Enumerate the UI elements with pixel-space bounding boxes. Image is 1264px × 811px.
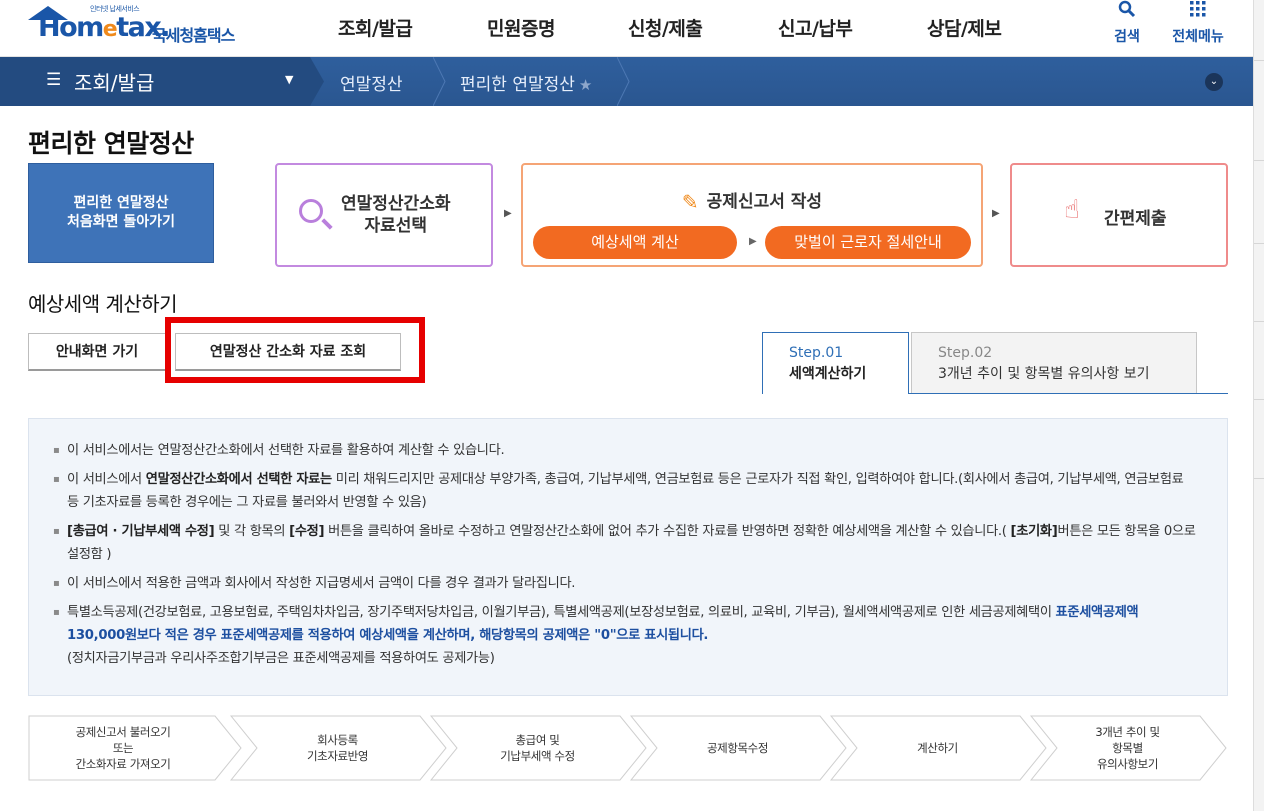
highlight-box bbox=[165, 317, 425, 383]
process-step-label: 공제신고서 불러오기 또는 간소화자료 가져오기 bbox=[75, 725, 171, 771]
flow-write-deduction-form: ✎ 공제신고서 작성 예상세액 계산 ▶ 맞벌이 근로자 절세안내 bbox=[521, 163, 983, 267]
flow-select-simplified-data[interactable]: 연말정산간소화 자료선택 bbox=[275, 163, 493, 267]
home-button-line2: 처음화면 돌아가기 bbox=[67, 214, 175, 230]
process-step-5: 계산하기 bbox=[830, 715, 1048, 781]
process-step-2: 회사등록 기초자료반영 bbox=[230, 715, 448, 781]
gnb-apply-submit[interactable]: 신청/제출 bbox=[628, 14, 703, 41]
gnb-report-pay[interactable]: 신고/납부 bbox=[778, 14, 853, 41]
flow-3-label: 간편제출 bbox=[1104, 209, 1167, 229]
gnb-consult-report[interactable]: 상담/제보 bbox=[927, 14, 1002, 41]
flow-arrow-icon: ▶ bbox=[504, 208, 512, 219]
breadcrumb-separator bbox=[617, 57, 630, 106]
tab-step-02[interactable]: Step.02 3개년 추이 및 항목별 유의사항 보기 bbox=[911, 332, 1197, 394]
magnifier-icon bbox=[299, 199, 323, 223]
flow-1-label: 연말정산간소화 자료선택 bbox=[341, 194, 451, 236]
flow-arrow-icon: ▶ bbox=[749, 236, 757, 247]
process-step-3: 총급여 및 기납부세액 수정 bbox=[430, 715, 648, 781]
scroll-tick bbox=[1254, 478, 1264, 479]
pointing-hand-icon: ☝ bbox=[1064, 195, 1080, 225]
search-label: 검색 bbox=[1114, 29, 1140, 45]
logo-brand: Hometax. bbox=[38, 12, 171, 43]
step-2-title: 3개년 추이 및 항목별 유의사항 보기 bbox=[938, 366, 1150, 382]
favorite-star-icon[interactable]: ★ bbox=[579, 76, 592, 94]
breadcrumb-convenient[interactable]: 편리한 연말정산 ★ bbox=[460, 70, 592, 95]
breadcrumb-separator bbox=[310, 57, 324, 106]
process-step-4: 공제항목수정 bbox=[630, 715, 848, 781]
gnb-civil-cert[interactable]: 민원증명 bbox=[487, 14, 555, 41]
breadcrumb-year-end[interactable]: 연말정산 bbox=[340, 70, 403, 95]
guide-page-button[interactable]: 안내화면 가기 bbox=[28, 333, 166, 371]
process-step-label: 공제항목수정 bbox=[706, 741, 769, 755]
process-step-label: 회사등록 기초자료반영 bbox=[306, 733, 369, 763]
home-button-line1: 편리한 연말정산 bbox=[73, 195, 169, 211]
hamburger-icon: ☰ bbox=[46, 70, 62, 90]
page-title: 편리한 연말정산 bbox=[28, 129, 194, 158]
grid-menu-icon bbox=[1166, 0, 1230, 26]
process-step-label: 3개년 추이 및 항목별 유의사항보기 bbox=[1095, 725, 1160, 771]
scroll-tick bbox=[1254, 399, 1264, 400]
flow-arrow-icon: ▶ bbox=[992, 208, 1000, 219]
scroll-tick bbox=[1254, 60, 1264, 61]
location-bar: ☰ 조회/발급 ▼ 연말정산 편리한 연말정산 ★ ⌄ bbox=[0, 57, 1253, 106]
scroll-tick bbox=[1254, 243, 1264, 244]
notice-item: 특별소득공제(건강보험료, 고용보험료, 주택임차차입금, 장기주택저당차입금,… bbox=[53, 601, 1197, 670]
scroll-tick bbox=[1254, 321, 1264, 322]
notice-box: 이 서비스에서는 연말정산간소화에서 선택한 자료를 활용하여 계산할 수 있습… bbox=[28, 418, 1228, 696]
breadcrumb-separator bbox=[433, 57, 446, 106]
hometax-logo[interactable]: 인터넷 납세서비스 Hometax. 국세청홈택스 bbox=[28, 2, 258, 52]
process-step-6: 3개년 추이 및 항목별 유의사항보기 bbox=[1030, 715, 1228, 781]
form-pencil-icon: ✎ bbox=[681, 190, 699, 214]
tab-step-01[interactable]: Step.01 세액계산하기 bbox=[762, 332, 909, 394]
return-home-button[interactable]: 편리한 연말정산처음화면 돌아가기 bbox=[28, 163, 214, 263]
process-step-1: 공제신고서 불러오기 또는 간소화자료 가져오기 bbox=[28, 715, 243, 781]
vertical-scrollbar[interactable] bbox=[1253, 0, 1264, 811]
notice-item: 이 서비스에서는 연말정산간소화에서 선택한 자료를 활용하여 계산할 수 있습… bbox=[53, 439, 1197, 462]
current-menu-label: 조회/발급 bbox=[74, 71, 155, 95]
process-step-label: 총급여 및 기납부세액 수정 bbox=[500, 733, 575, 763]
top-header: 인터넷 납세서비스 Hometax. 국세청홈택스 조회/발급 민원증명 신청/… bbox=[0, 0, 1253, 57]
logo-korean-name: 국세청홈택스 bbox=[152, 26, 235, 45]
step-1-number: Step.01 bbox=[789, 345, 844, 361]
search-icon bbox=[1112, 0, 1142, 26]
chevron-down-icon[interactable]: ⌄ bbox=[1205, 73, 1223, 91]
all-menu-button[interactable]: 전체메뉴 bbox=[1166, 0, 1230, 46]
process-steps: 공제신고서 불러오기 또는 간소화자료 가져오기 회사등록 기초자료반영 총급여 및기… bbox=[28, 715, 1228, 781]
step-2-number: Step.02 bbox=[938, 345, 993, 361]
notice-item: 이 서비스에서 적용한 금액과 회사에서 작성한 지급명세서 금액이 다를 경우… bbox=[53, 572, 1197, 595]
flow-simple-submit[interactable]: ☝ 간편제출 bbox=[1010, 163, 1228, 267]
step-1-title: 세액계산하기 bbox=[789, 366, 867, 382]
dual-income-tax-guide-button[interactable]: 맞벌이 근로자 절세안내 bbox=[765, 226, 971, 259]
caret-down-icon: ▼ bbox=[285, 73, 294, 86]
section-title: 예상세액 계산하기 bbox=[28, 292, 178, 316]
estimated-tax-calc-button[interactable]: 예상세액 계산 bbox=[533, 226, 737, 259]
search-button[interactable]: 검색 bbox=[1112, 0, 1142, 46]
notice-item: 이 서비스에서 연말정산간소화에서 선택한 자료는 미리 채워드리지만 공제대상… bbox=[53, 468, 1197, 514]
gnb-lookup-issue[interactable]: 조회/발급 bbox=[338, 14, 413, 41]
flow-2-title: ✎ 공제신고서 작성 bbox=[681, 190, 823, 214]
notice-item: [총급여 · 기납부세액 수정] 및 각 항목의 [수정] 버튼을 클릭하여 올… bbox=[53, 520, 1197, 566]
process-step-label: 계산하기 bbox=[917, 741, 958, 755]
scroll-tick bbox=[1254, 160, 1264, 161]
current-menu-dropdown[interactable]: ☰ 조회/발급 ▼ bbox=[0, 57, 310, 106]
all-menu-label: 전체메뉴 bbox=[1172, 29, 1224, 45]
tab-underline bbox=[909, 393, 1228, 394]
